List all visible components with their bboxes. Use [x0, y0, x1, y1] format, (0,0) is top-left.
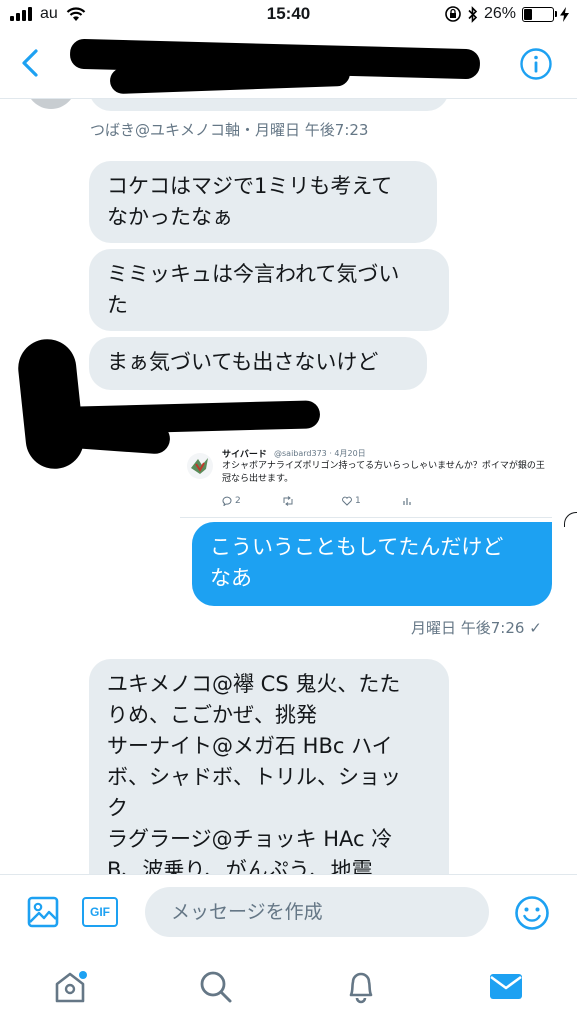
message-bubble[interactable]: ユキメノコ@襷 CS 鬼火、たた りめ、こごかぜ、挑発 サーナイト@メガ石 HB… — [89, 659, 449, 874]
card-corner — [564, 512, 577, 527]
message-bubble-partial — [89, 99, 449, 111]
message-bubble[interactable]: ミミッキュは今言われて気づい た — [89, 249, 449, 331]
tweet-actions: 2 1 — [222, 496, 462, 506]
message-bubble[interactable]: コケコはマジで1ミリも考えて なかったなぁ — [89, 161, 437, 243]
emoji-icon[interactable] — [514, 895, 550, 931]
like-count: 1 — [355, 496, 361, 506]
analytics-icon — [403, 498, 411, 505]
orientation-lock-icon — [445, 6, 461, 22]
messages-icon[interactable] — [488, 969, 524, 1005]
image-icon[interactable] — [26, 895, 60, 929]
tweet-author-avatar — [187, 453, 213, 479]
message-list[interactable]: つばき@ユキメノコ軸・月曜日 午後7:23 コケコはマジで1ミリも考えて なかっ… — [0, 99, 577, 874]
message-composer: GIF — [0, 874, 577, 951]
home-icon[interactable] — [52, 969, 88, 1005]
tweet-author-handle: @saibard373 · 4月20日 — [274, 449, 366, 458]
reply-count: 2 — [235, 496, 241, 506]
notifications-icon[interactable] — [343, 969, 379, 1005]
battery-percent: 26% — [483, 5, 516, 22]
message-meta: つばき@ユキメノコ軸・月曜日 午後7:23 — [90, 121, 369, 139]
reply-icon — [222, 496, 232, 506]
conversation-header — [0, 30, 577, 99]
tweet-text: オシャボアナライズポリゴン持ってる方いらっしゃいませんか？ポイマが銀の王 冠なら… — [222, 461, 545, 484]
message-meta-outgoing: 月曜日 午後7:26 ✓ — [411, 619, 542, 637]
battery-icon — [522, 6, 557, 22]
message-bubble-outgoing[interactable]: こういうこともしてたんだけど なあ — [192, 522, 552, 606]
redacted-avatar-scribble — [15, 336, 87, 472]
search-icon[interactable] — [198, 969, 234, 1005]
card-divider — [180, 517, 552, 518]
heart-icon — [342, 496, 352, 506]
tab-bar — [0, 951, 577, 1024]
embedded-tweet-card[interactable]: サイバード @saibard373 · 4月20日 オシャボアナライズポリゴン持… — [180, 444, 552, 519]
reply-action[interactable]: 2 — [222, 496, 282, 506]
avatar[interactable] — [26, 99, 76, 109]
like-action[interactable]: 1 — [342, 496, 402, 506]
gif-button[interactable]: GIF — [82, 897, 118, 927]
chevron-left-icon[interactable] — [14, 46, 48, 80]
retweet-icon — [283, 496, 293, 506]
retweet-action[interactable] — [282, 496, 342, 506]
info-icon[interactable] — [519, 47, 553, 81]
status-right: 26% — [444, 5, 569, 23]
bluetooth-icon — [468, 5, 478, 23]
status-bar: au 15:40 26% — [0, 0, 577, 30]
message-input[interactable] — [145, 887, 489, 937]
message-bubble[interactable]: まぁ気づいても出さないけど — [89, 337, 427, 390]
tweet-author-name: サイバード — [222, 450, 267, 460]
analytics-action[interactable] — [402, 496, 462, 506]
charging-icon — [560, 6, 569, 22]
